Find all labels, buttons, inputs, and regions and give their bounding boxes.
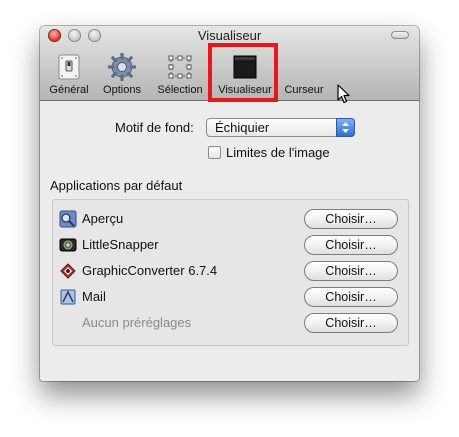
window-title: Visualiseur	[197, 28, 262, 43]
selection-icon	[168, 55, 192, 79]
list-item: LittleSnapper Choisir…	[53, 232, 408, 258]
choose-button[interactable]: Choisir…	[304, 261, 398, 281]
graphicconverter-app-icon	[60, 263, 76, 279]
tab-curseur[interactable]: Curseur	[281, 52, 327, 98]
list-item: Aperçu Choisir…	[53, 206, 408, 232]
choose-button[interactable]: Choisir…	[304, 209, 398, 229]
preview-app-icon	[59, 210, 77, 228]
background-value: Échiquier	[215, 120, 270, 135]
littlesnapper-app-icon	[59, 238, 77, 252]
gear-icon	[108, 53, 136, 81]
choose-button[interactable]: Choisir…	[304, 287, 398, 307]
popup-arrows-icon	[336, 118, 355, 137]
black-square-icon	[233, 55, 257, 79]
preferences-window: Visualiseur Général Options Sélection Vi…	[40, 26, 419, 381]
list-item: Mail Choisir…	[53, 284, 408, 310]
app-name: Aperçu	[82, 211, 124, 226]
toolbar-toggle-button[interactable]	[391, 31, 409, 39]
tab-visualiseur[interactable]: Visualiseur	[209, 52, 281, 98]
tab-label: Général	[49, 84, 89, 96]
tab-label: Curseur	[284, 84, 324, 96]
app-name: Aucun préréglages	[82, 315, 192, 330]
tab-label: Options	[103, 84, 141, 96]
toolbar: Visualiseur Général Options Sélection Vi…	[40, 26, 419, 104]
mail-app-icon	[60, 289, 76, 305]
app-name: Mail	[82, 289, 106, 304]
choose-button[interactable]: Choisir…	[304, 235, 398, 255]
default-apps-list: Aperçu Choisir… LittleSnapper Choisir… G…	[52, 199, 409, 346]
choose-button[interactable]: Choisir…	[304, 313, 398, 333]
background-label: Motif de fond:	[115, 120, 194, 135]
tab-selection[interactable]: Sélection	[153, 52, 207, 98]
general-switch-icon	[58, 54, 80, 80]
default-apps-heading: Applications par défaut	[50, 178, 183, 193]
image-bounds-label: Limites de l'image	[226, 145, 330, 160]
tab-label: Sélection	[157, 84, 203, 96]
image-bounds-checkbox[interactable]	[208, 146, 221, 159]
list-item: GraphicConverter 6.7.4 Choisir…	[53, 258, 408, 284]
list-item: Aucun préréglages Choisir…	[53, 310, 408, 336]
tab-options[interactable]: Options	[98, 52, 146, 98]
tab-label: Visualiseur	[218, 84, 272, 96]
background-popup[interactable]: Échiquier	[206, 118, 355, 137]
app-name: LittleSnapper	[82, 237, 159, 252]
pointer-icon	[337, 84, 350, 104]
app-name: GraphicConverter 6.7.4	[82, 263, 218, 278]
tab-general[interactable]: Général	[45, 52, 93, 98]
